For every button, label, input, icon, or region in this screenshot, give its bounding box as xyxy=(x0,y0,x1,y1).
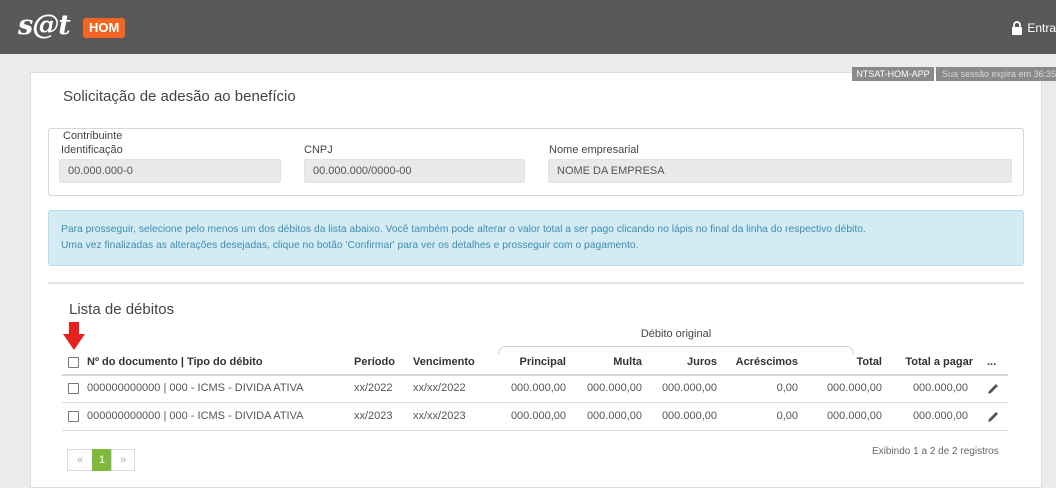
select-all-checkbox[interactable] xyxy=(68,357,79,368)
row-multa: 000.000,00 xyxy=(586,410,642,422)
alert-line-1: Para prosseguir, selecione pelo menos um… xyxy=(61,224,866,235)
row-principal: 000.000,00 xyxy=(510,382,566,394)
row-juros: 000.000,00 xyxy=(661,382,717,394)
identificacao-field: 00.000.000-0 xyxy=(59,159,281,183)
login-link[interactable]: Entra xyxy=(1011,21,1056,35)
col-total-a-pagar[interactable]: Total a pagar xyxy=(893,356,973,368)
row-principal: 000.000,00 xyxy=(510,410,566,422)
contribuinte-legend: Contribuinte xyxy=(59,130,127,142)
pagination: « 1 » xyxy=(67,449,135,471)
row-total: 000.000,00 xyxy=(826,382,882,394)
debt-list-title: Lista de débitos xyxy=(69,301,175,318)
row-juros: 000.000,00 xyxy=(661,410,717,422)
header-divider xyxy=(62,374,1008,376)
identificacao-label: Identificação xyxy=(61,144,123,156)
group-bracket xyxy=(498,346,854,354)
session-timer: Sua sessão expira em 36:35 xyxy=(936,67,1056,81)
row-divider xyxy=(62,402,1008,403)
row-divider xyxy=(62,430,1008,431)
environment-badge: HOM xyxy=(83,18,126,38)
page-title: Solicitação de adesão ao benefício xyxy=(63,88,296,105)
login-label: Entra xyxy=(1027,21,1056,35)
page-current[interactable]: 1 xyxy=(92,449,112,471)
row-checkbox[interactable] xyxy=(68,383,79,394)
top-bar: s@t HOM Entra xyxy=(0,0,1056,54)
cnpj-field: 00.000.000/0000-00 xyxy=(304,159,525,183)
nome-empresarial-field: NOME DA EMPRESA xyxy=(548,159,1012,183)
page-prev[interactable]: « xyxy=(67,449,93,471)
col-multa[interactable]: Multa xyxy=(580,356,642,368)
records-info: Exibindo 1 a 2 de 2 registros xyxy=(872,446,999,457)
environment-tag: NTSAT-HOM-APP xyxy=(852,67,934,81)
pencil-icon[interactable] xyxy=(986,410,1000,424)
lock-icon xyxy=(1012,21,1023,35)
original-debt-group-header: Débito original xyxy=(640,328,712,340)
red-arrow-icon xyxy=(63,322,85,350)
row-vencimento: xx/xx/2023 xyxy=(413,410,466,422)
row-total: 000.000,00 xyxy=(826,410,882,422)
col-acrescimos[interactable]: Acréscimos xyxy=(728,356,798,368)
row-periodo: xx/2023 xyxy=(354,410,393,422)
cnpj-label: CNPJ xyxy=(304,144,333,156)
row-multa: 000.000,00 xyxy=(586,382,642,394)
col-documento[interactable]: Nº do documento | Tipo do débito xyxy=(87,356,263,368)
alert-line-2: Uma vez finalizadas as alterações deseja… xyxy=(61,240,639,251)
row-total-a-pagar: 000.000,00 xyxy=(912,410,968,422)
pencil-icon[interactable] xyxy=(986,382,1000,396)
info-alert: Para prosseguir, selecione pelo menos um… xyxy=(48,210,1024,266)
nome-empresarial-label: Nome empresarial xyxy=(549,144,639,156)
col-total[interactable]: Total xyxy=(812,356,882,368)
row-acrescimos: 0,00 xyxy=(776,382,798,394)
col-juros[interactable]: Juros xyxy=(650,356,717,368)
row-documento: 000000000000 | 000 - ICMS - DIVIDA ATIVA xyxy=(87,410,304,422)
col-periodo[interactable]: Período xyxy=(354,356,395,368)
col-actions: ... xyxy=(987,356,997,368)
row-total-a-pagar: 000.000,00 xyxy=(912,382,968,394)
col-principal[interactable]: Principal xyxy=(496,356,566,368)
app-logo[interactable]: s@t xyxy=(18,11,71,41)
col-vencimento[interactable]: Vencimento xyxy=(413,356,475,368)
row-acrescimos: 0,00 xyxy=(776,410,798,422)
row-vencimento: xx/xx/2022 xyxy=(413,382,466,394)
row-documento: 000000000000 | 000 - ICMS - DIVIDA ATIVA xyxy=(87,382,304,394)
row-checkbox[interactable] xyxy=(68,411,79,422)
row-periodo: xx/2022 xyxy=(354,382,393,394)
page-next[interactable]: » xyxy=(111,449,135,471)
